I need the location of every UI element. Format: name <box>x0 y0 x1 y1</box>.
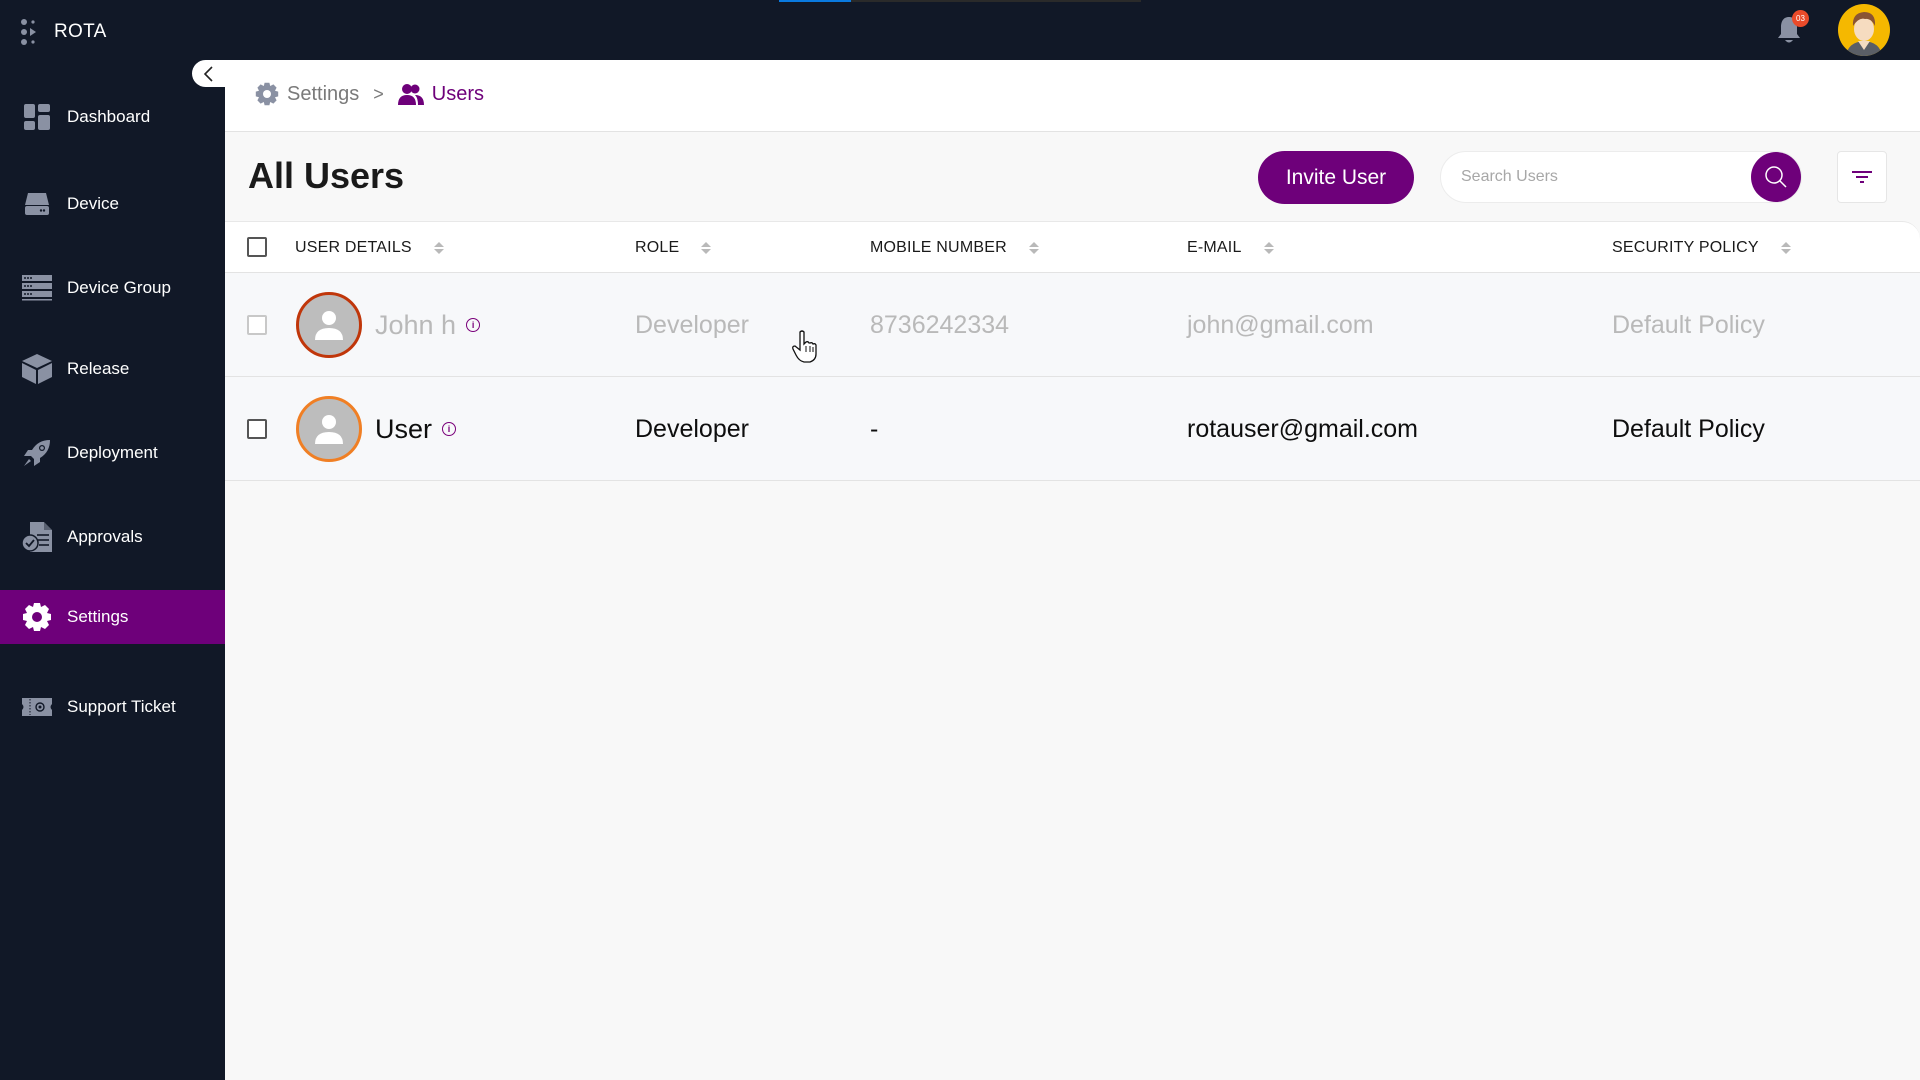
row-checkbox[interactable] <box>247 419 267 439</box>
device-icon <box>22 189 52 219</box>
sidebar-item-label: Settings <box>67 607 129 626</box>
sidebar-item-label: Release <box>67 359 130 378</box>
sort-icon <box>1028 242 1039 254</box>
mobile-cell: 8736242334 <box>870 310 1010 339</box>
avatar <box>296 292 362 358</box>
column-label: ROLE <box>635 239 680 256</box>
user-name-cell: User i <box>375 377 457 481</box>
top-bar: ROTA 03 <box>0 0 1920 60</box>
mobile-cell: - <box>870 414 879 443</box>
search-input[interactable] <box>1461 152 1731 202</box>
column-header-role[interactable]: ROLE <box>635 222 712 274</box>
user-name-cell: John h i <box>375 273 481 377</box>
role-cell: Developer <box>635 310 749 339</box>
loading-bar <box>779 0 1141 2</box>
sort-icon <box>701 242 712 254</box>
user-placeholder-icon <box>315 311 343 340</box>
role-cell: Developer <box>635 414 749 443</box>
filter-button[interactable] <box>1837 151 1887 203</box>
sidebar-item-label: Approvals <box>67 527 143 546</box>
sidebar-item-release[interactable]: Release <box>0 342 225 396</box>
info-icon[interactable]: i <box>466 318 481 332</box>
sidebar-item-dashboard[interactable]: Dashboard <box>0 90 225 144</box>
sidebar-item-label: Device <box>67 194 119 213</box>
row-checkbox[interactable] <box>247 315 267 335</box>
approval-document-icon <box>22 522 52 552</box>
breadcrumb-label: Settings <box>287 82 360 105</box>
app-name: ROTA <box>54 21 107 42</box>
breadcrumb-label: Users <box>431 82 485 105</box>
security-policy-cell: Default Policy <box>1612 310 1765 339</box>
gear-icon <box>255 82 279 106</box>
info-icon[interactable]: i <box>442 422 457 436</box>
dashboard-icon <box>22 102 52 132</box>
select-all-checkbox[interactable] <box>247 237 267 257</box>
rota-logo-icon <box>21 19 36 45</box>
email-cell: john@gmail.com <box>1187 310 1374 339</box>
column-header-mobile-number[interactable]: MOBILE NUMBER <box>870 222 1039 274</box>
user-placeholder-icon <box>315 415 343 444</box>
search-button[interactable] <box>1751 152 1801 202</box>
column-label: E-MAIL <box>1187 239 1242 256</box>
rocket-icon <box>22 438 52 468</box>
sidebar-item-approvals[interactable]: Approvals <box>0 510 225 564</box>
avatar <box>296 396 362 462</box>
breadcrumb-users: Users <box>397 82 485 106</box>
loading-bar-fill <box>779 0 852 2</box>
sidebar-item-label: Dashboard <box>67 107 151 126</box>
profile-avatar[interactable] <box>1838 4 1890 56</box>
brand[interactable]: ROTA <box>20 18 107 46</box>
sidebar-collapse-button[interactable] <box>192 60 225 87</box>
sidebar-item-label: Deployment <box>67 443 158 462</box>
users-table: USER DETAILS ROLE MOBILE NUMBER E-MAIL S… <box>225 221 1920 481</box>
page-title: All Users <box>248 155 405 196</box>
notification-count-badge: 03 <box>1792 10 1809 27</box>
user-name: John h <box>375 309 457 340</box>
sort-icon <box>433 242 444 254</box>
user-name: User <box>375 413 433 444</box>
server-rack-icon <box>22 273 52 303</box>
email-cell: rotauser@gmail.com <box>1187 414 1419 443</box>
search-box <box>1440 151 1802 203</box>
sort-icon <box>1263 242 1274 254</box>
breadcrumb-settings[interactable]: Settings <box>255 82 359 106</box>
invite-user-button[interactable]: Invite User <box>1258 151 1414 204</box>
sidebar-item-deployment[interactable]: Deployment <box>0 426 225 480</box>
search-icon <box>1765 166 1787 188</box>
breadcrumb: Settings > Users <box>255 82 484 106</box>
filter-icon <box>1852 171 1872 183</box>
column-label: MOBILE NUMBER <box>870 239 1007 256</box>
hand-cursor-icon <box>792 330 817 363</box>
table-row[interactable]: John h i Developer 8736242334 john@gmail… <box>225 273 1920 377</box>
gear-icon <box>22 602 52 632</box>
sidebar-item-label: Support Ticket <box>67 697 176 716</box>
column-label: USER DETAILS <box>295 239 412 256</box>
ticket-icon <box>22 692 52 722</box>
column-header-user-details[interactable]: USER DETAILS <box>295 222 444 274</box>
column-header-security-policy[interactable]: SECURITY POLICY <box>1612 222 1791 274</box>
sort-icon <box>1780 242 1791 254</box>
security-policy-cell: Default Policy <box>1612 414 1765 443</box>
sidebar-item-device[interactable]: Device <box>0 177 225 231</box>
column-label: SECURITY POLICY <box>1612 239 1759 256</box>
user-avatar-icon <box>1846 12 1882 56</box>
users-icon <box>397 84 424 105</box>
table-header: USER DETAILS ROLE MOBILE NUMBER E-MAIL S… <box>225 221 1920 273</box>
breadcrumb-bar: Settings > Users <box>225 60 1920 132</box>
chevron-left-icon <box>203 65 213 82</box>
sidebar-item-device-group[interactable]: Device Group <box>0 261 225 315</box>
box-icon <box>22 354 52 384</box>
breadcrumb-separator: > <box>373 83 384 104</box>
sidebar-item-label: Device Group <box>67 278 171 297</box>
column-header-email[interactable]: E-MAIL <box>1187 222 1274 274</box>
table-row[interactable]: User i Developer - rotauser@gmail.com De… <box>225 377 1920 481</box>
sidebar-item-settings[interactable]: Settings <box>0 590 225 644</box>
sidebar-item-support-ticket[interactable]: Support Ticket <box>0 680 225 734</box>
